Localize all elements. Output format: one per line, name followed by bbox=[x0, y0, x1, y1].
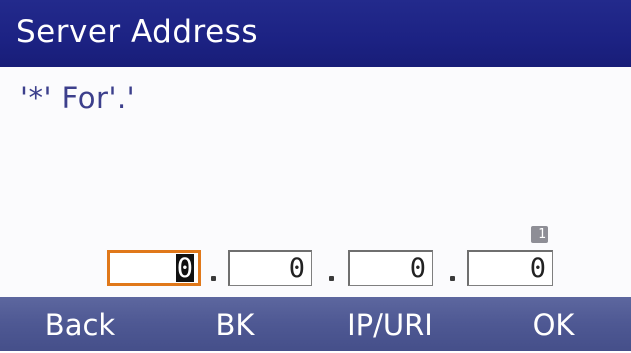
ip-octet-4-field[interactable]: 0 bbox=[467, 250, 553, 286]
ip-octet-1-field[interactable]: 0 bbox=[107, 250, 201, 286]
octet-separator-dot bbox=[329, 276, 334, 281]
screen-title: Server Address bbox=[16, 14, 258, 50]
ip-octet-2-field[interactable]: 0 bbox=[228, 250, 312, 286]
input-hint: '*' For'.' bbox=[20, 81, 136, 115]
phone-display: Server Address '*' For'.' 1 0 0 0 0 Back… bbox=[0, 0, 631, 351]
page-indicator-badge: 1 bbox=[531, 226, 548, 243]
ip-octet-3-field[interactable]: 0 bbox=[348, 250, 433, 286]
bk-softkey[interactable]: BK bbox=[165, 297, 305, 351]
octet-separator-dot bbox=[211, 276, 216, 281]
title-bar: Server Address bbox=[0, 0, 631, 67]
ok-softkey[interactable]: OK bbox=[476, 297, 631, 351]
ip-octet-4-value: 0 bbox=[529, 253, 546, 284]
ip-octet-2-value: 0 bbox=[288, 253, 305, 284]
octet-separator-dot bbox=[450, 276, 455, 281]
ip-uri-softkey[interactable]: IP/URI bbox=[305, 297, 475, 351]
back-softkey[interactable]: Back bbox=[0, 297, 160, 351]
ip-octet-3-value: 0 bbox=[409, 253, 426, 284]
softkey-bar: Back BK IP/URI OK bbox=[0, 297, 631, 351]
ip-octet-1-value: 0 bbox=[175, 253, 194, 284]
